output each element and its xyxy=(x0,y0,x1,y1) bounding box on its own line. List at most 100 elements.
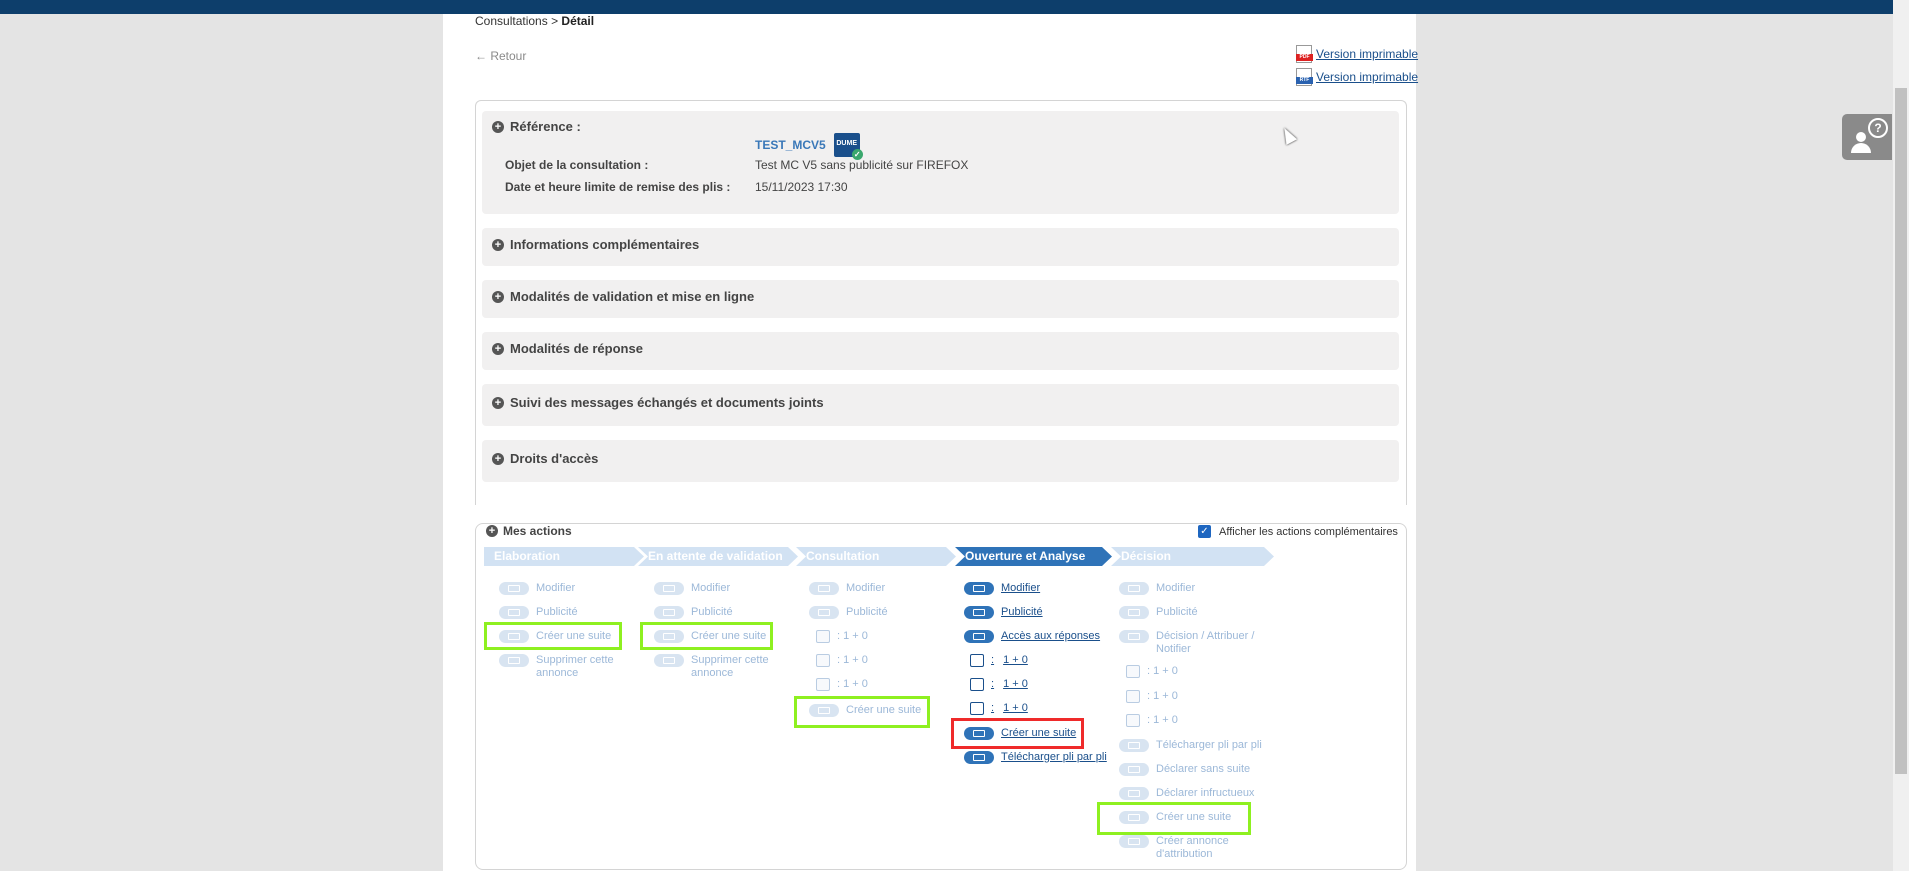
pdf-file-icon: PDF xyxy=(1296,45,1313,63)
expand-icon: + xyxy=(492,342,504,355)
col4-acces-reponses[interactable]: Accès aux réponses xyxy=(964,630,1100,643)
edit-icon xyxy=(964,582,994,595)
edit-icon xyxy=(499,582,529,595)
col3-plis-depot: : 1 + 0 xyxy=(816,630,868,643)
col1-modifier: Modifier xyxy=(499,582,575,595)
object-label: Objet de la consultation : xyxy=(505,158,649,172)
panel-title: Suivi des messages échangés et documents… xyxy=(510,395,824,410)
print-version-pdf-label[interactable]: Version imprimable xyxy=(1316,47,1418,61)
print-version-rtf-label[interactable]: Version imprimable xyxy=(1316,70,1418,84)
panel-title: Modalités de validation et mise en ligne xyxy=(510,289,755,304)
panel-title: Droits d'accès xyxy=(510,451,599,466)
user-icon-body xyxy=(1851,143,1871,153)
col2-modifier: Modifier xyxy=(654,582,730,595)
col4-plis-depot[interactable]: :1 + 0 xyxy=(970,654,1028,667)
decision-icon xyxy=(1119,630,1149,643)
breadcrumb-current: Détail xyxy=(561,14,595,28)
top-bar xyxy=(0,0,1909,14)
reference-panel: + Référence : TEST_MCV5 DUME ✓ Objet de l… xyxy=(482,111,1399,214)
reference-code: TEST_MCV5 xyxy=(755,138,826,152)
step-ouverture-analyse: Ouverture et Analyse xyxy=(955,547,1112,566)
deposit-icon xyxy=(816,630,830,643)
breadcrumb-root[interactable]: Consultations xyxy=(475,14,548,28)
col3-questions: : 1 + 0 xyxy=(816,654,868,667)
reference-value: TEST_MCV5 DUME ✓ xyxy=(755,133,863,160)
col1-publicite: Publicité xyxy=(499,606,578,619)
expand-icon: + xyxy=(492,120,504,133)
panel-validation[interactable]: + Modalités de validation et mise en lign… xyxy=(482,280,1399,318)
award-notice-icon xyxy=(1119,835,1149,848)
publicity-icon xyxy=(1119,606,1149,619)
show-more-label: Afficher les actions complémentaires xyxy=(1219,525,1398,538)
breadcrumb: Consultations > Détail xyxy=(475,14,594,28)
withdrawal-icon xyxy=(816,678,830,691)
actions-toggle[interactable]: + Mes actions xyxy=(486,524,572,538)
publicity-icon xyxy=(964,606,994,619)
dume-badge-icon[interactable]: DUME ✓ xyxy=(833,133,863,160)
show-more-actions[interactable]: ✓ Afficher les actions complémentaires xyxy=(1198,525,1398,538)
col2-publicite: Publicité xyxy=(654,606,733,619)
col5-declarer-sans-suite: Déclarer sans suite xyxy=(1119,763,1250,776)
edit-icon xyxy=(809,582,839,595)
publicity-icon xyxy=(499,606,529,619)
highlight-green-col2 xyxy=(640,622,773,650)
question-icon xyxy=(816,654,830,667)
col3-retraits: : 1 + 0 xyxy=(816,678,868,691)
checkbox-checked-icon[interactable]: ✓ xyxy=(1198,525,1211,538)
edit-icon xyxy=(1119,582,1149,595)
col5-plis-depot: : 1 + 0 xyxy=(1126,665,1178,678)
expand-icon: + xyxy=(492,290,504,303)
back-link[interactable]: ← Retour xyxy=(475,49,526,63)
col1-supprimer: Supprimer cette annonce xyxy=(499,654,619,680)
expand-icon: + xyxy=(492,238,504,251)
withdrawal-icon xyxy=(1126,714,1140,727)
col5-decision: Décision / Attribuer / Notifier xyxy=(1119,630,1264,656)
expand-icon: + xyxy=(492,396,504,409)
highlight-green-col3 xyxy=(794,696,930,728)
no-follow-up-icon xyxy=(1119,763,1149,776)
highlight-green-col5 xyxy=(1097,802,1251,835)
panel-reponse[interactable]: + Modalités de réponse xyxy=(482,332,1399,370)
rtf-file-icon: RTF xyxy=(1296,68,1313,86)
unsuccessful-icon xyxy=(1119,787,1149,800)
breadcrumb-separator: > xyxy=(551,14,559,28)
reference-toggle[interactable]: + Référence : xyxy=(492,119,581,134)
col5-questions: : 1 + 0 xyxy=(1126,690,1178,703)
publicity-icon xyxy=(654,606,684,619)
expand-icon: + xyxy=(486,525,498,537)
reference-label: Référence : xyxy=(510,119,581,134)
scrollbar-thumb[interactable] xyxy=(1895,88,1907,774)
col4-telecharger-pli[interactable]: Télécharger pli par pli xyxy=(964,751,1107,764)
col5-retraits: : 1 + 0 xyxy=(1126,714,1178,727)
expand-icon: + xyxy=(492,452,504,465)
delete-icon xyxy=(499,654,529,667)
step-consultation: Consultation xyxy=(796,547,956,566)
object-value: Test MC V5 sans publicité sur FIREFOX xyxy=(755,158,969,172)
col3-publicite: Publicité xyxy=(809,606,888,619)
col4-modifier[interactable]: Modifier xyxy=(964,582,1040,595)
publicity-icon xyxy=(809,606,839,619)
step-elaboration: Elaboration xyxy=(484,547,644,566)
panel-informations[interactable]: + Informations complémentaires xyxy=(482,228,1399,266)
help-widget[interactable]: ? xyxy=(1842,114,1892,160)
col5-modifier: Modifier xyxy=(1119,582,1195,595)
panel-droits[interactable]: + Droits d'accès xyxy=(482,440,1399,482)
print-version-pdf-link[interactable]: PDF Version imprimable xyxy=(1296,45,1418,63)
responses-icon xyxy=(964,630,994,643)
download-icon xyxy=(964,751,994,764)
col4-retraits[interactable]: :1 + 0 xyxy=(970,702,1028,715)
print-version-rtf-link[interactable]: RTF Version imprimable xyxy=(1296,68,1418,86)
col5-publicite: Publicité xyxy=(1119,606,1198,619)
highlight-green-col1 xyxy=(484,622,622,650)
panel-messages[interactable]: + Suivi des messages échangés et document… xyxy=(482,384,1399,426)
withdrawal-icon xyxy=(970,702,984,715)
col5-telecharger-pli: Télécharger pli par pli xyxy=(1119,739,1262,752)
user-icon xyxy=(1856,132,1866,142)
question-icon xyxy=(1126,690,1140,703)
col3-modifier: Modifier xyxy=(809,582,885,595)
highlight-red-col4 xyxy=(951,718,1084,749)
col4-publicite[interactable]: Publicité xyxy=(964,606,1043,619)
step-attente-validation: En attente de validation xyxy=(638,547,798,566)
delete-icon xyxy=(654,654,684,667)
col4-questions[interactable]: :1 + 0 xyxy=(970,678,1028,691)
